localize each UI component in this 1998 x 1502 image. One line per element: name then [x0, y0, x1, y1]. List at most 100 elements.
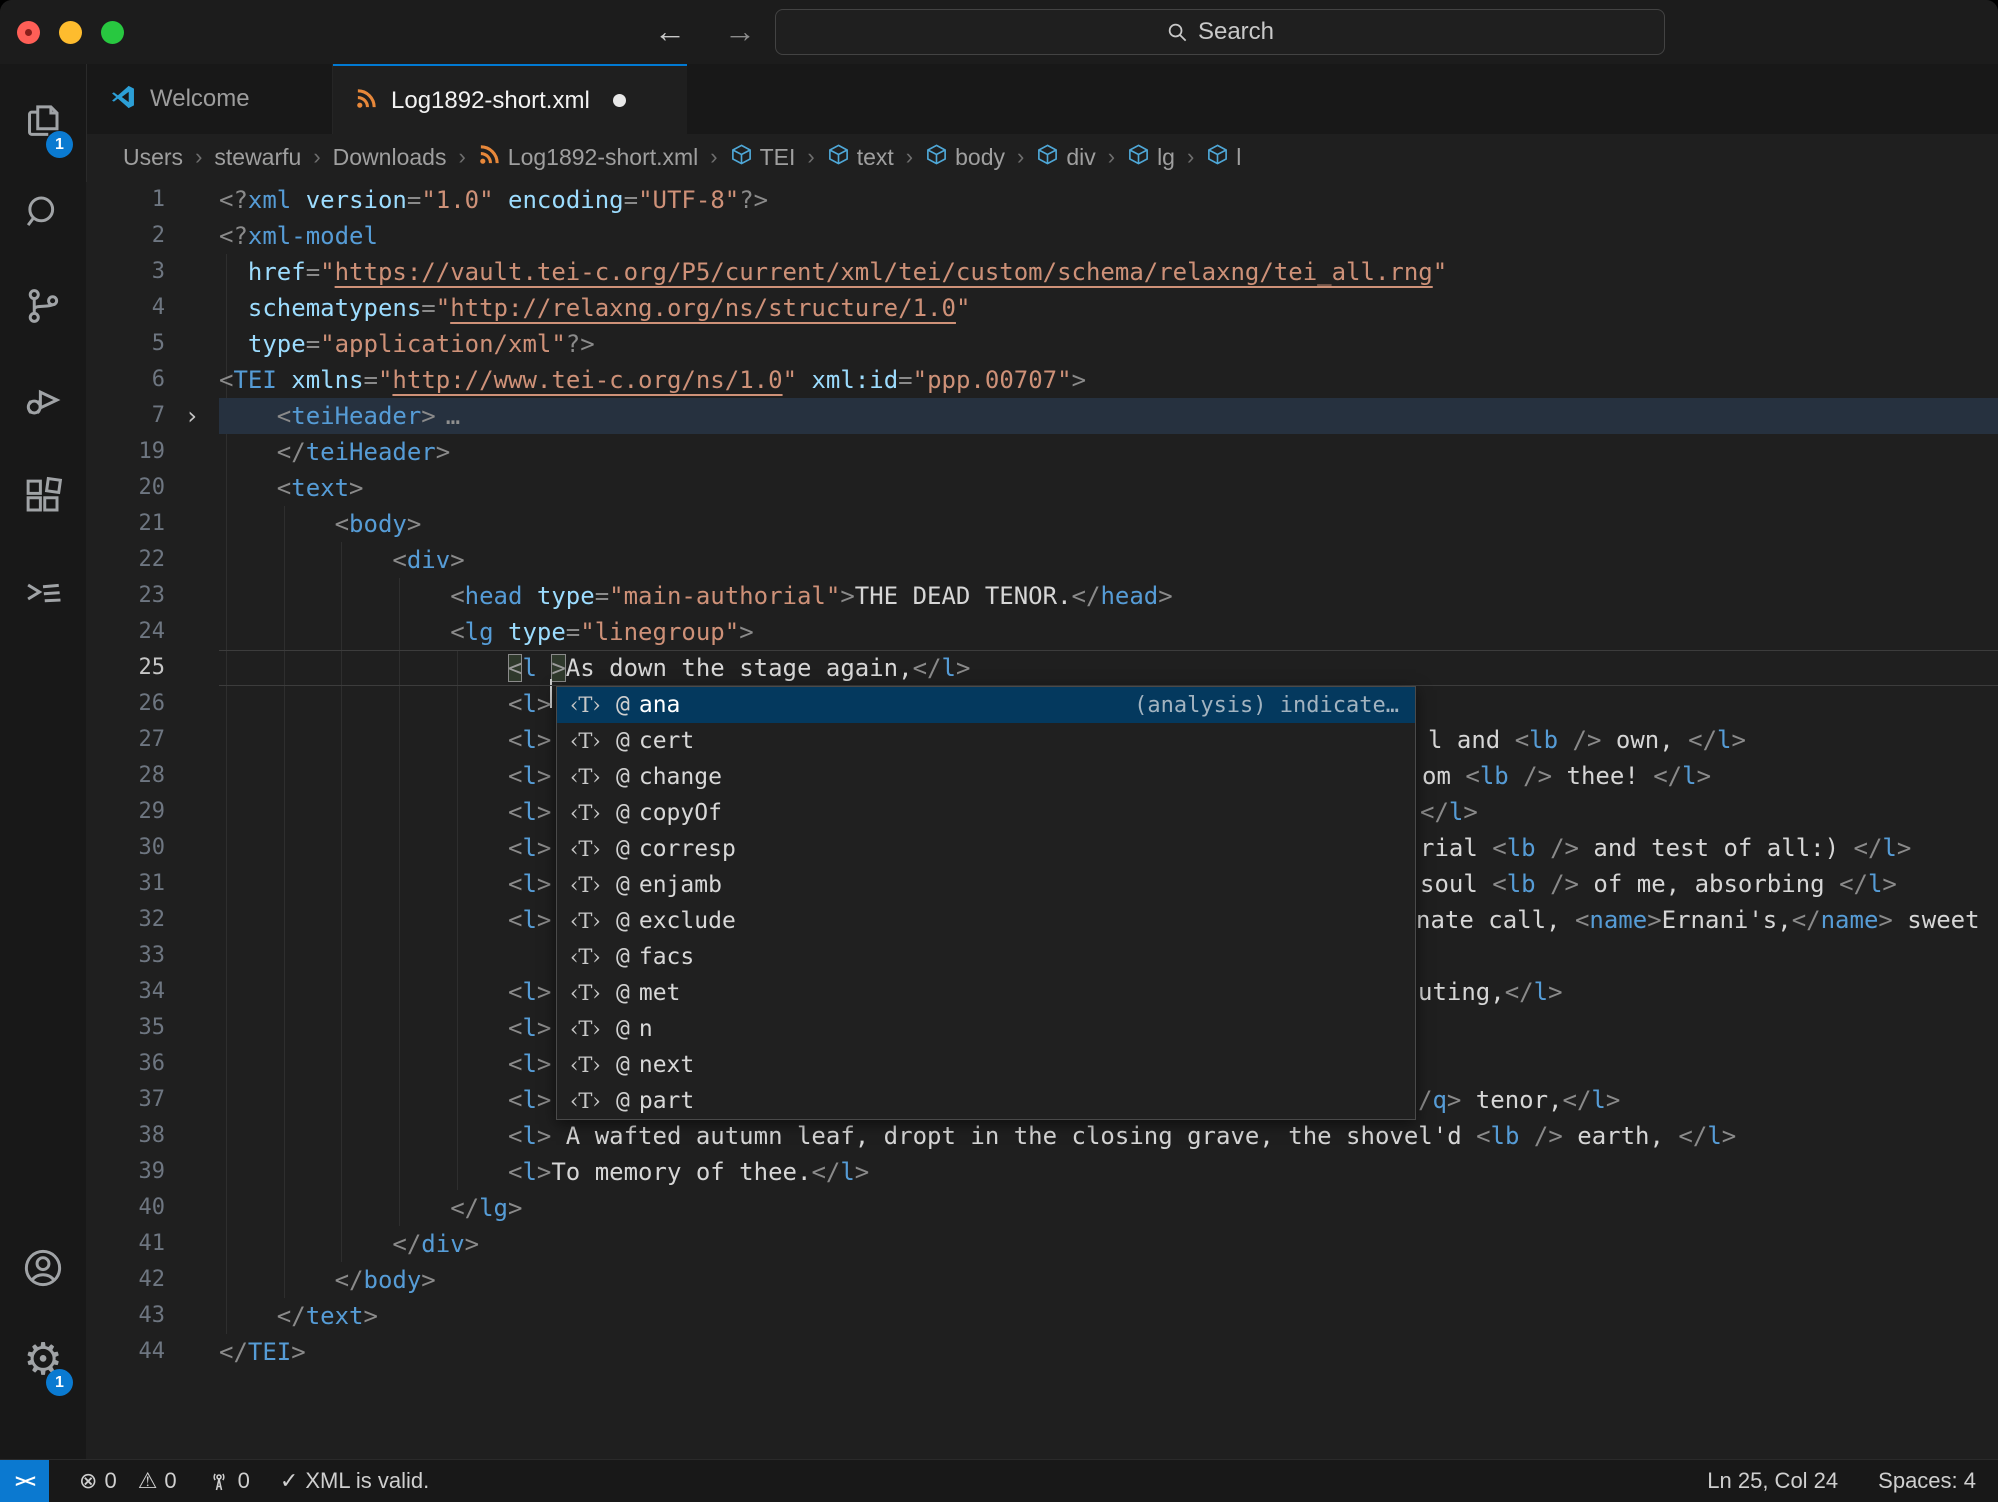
close-window-button[interactable] — [17, 21, 40, 44]
activity-item-source-control[interactable] — [0, 270, 86, 346]
code-line-39[interactable]: 39 <l>To memory of thee.</l> — [86, 1154, 1998, 1190]
cursor-position[interactable]: Ln 25, Col 24 — [1707, 1468, 1838, 1494]
command-center-search[interactable]: Search — [775, 9, 1665, 55]
breadcrumb-item-users[interactable]: Users — [123, 144, 183, 171]
suggest-item-met[interactable]: ‹T›@met — [557, 975, 1415, 1011]
validation-text: XML is valid. — [305, 1468, 429, 1494]
suggest-label: ana — [639, 692, 681, 718]
at-sign: @ — [616, 980, 630, 1006]
fold-chevron-icon[interactable]: › — [165, 398, 219, 434]
forward-arrow-button[interactable]: → — [718, 8, 762, 54]
back-arrow-button[interactable]: ← — [648, 8, 692, 54]
tab-strip: Welcome Log1892-short.xml — [87, 64, 1998, 135]
code-line-4[interactable]: 4 schematypens="http://relaxng.org/ns/st… — [86, 290, 1998, 326]
activity-item-xml-format[interactable] — [0, 556, 86, 632]
account-icon — [22, 1247, 64, 1294]
line-number: 4 — [86, 290, 165, 326]
xml-validation-status[interactable]: ✓ XML is valid. — [280, 1468, 429, 1494]
suggest-item-n[interactable]: ‹T›@ n — [557, 1011, 1415, 1047]
code-line-5[interactable]: 5 type="application/xml"?> — [86, 326, 1998, 362]
activity-item-run-debug[interactable] — [0, 364, 86, 440]
code-line-19[interactable]: 19 </teiHeader> — [86, 434, 1998, 470]
line-number: 28 — [86, 758, 165, 794]
code-line-43[interactable]: 43 </text> — [86, 1298, 1998, 1334]
code-line-tail: uting,</l> — [1418, 974, 1563, 1010]
ports-indicator[interactable]: 0 — [207, 1468, 250, 1494]
breadcrumb-label: Users — [123, 144, 183, 171]
code-line-20[interactable]: 20 <text> — [86, 470, 1998, 506]
code-line-7[interactable]: 7› <teiHeader>… — [86, 398, 1998, 434]
modified-dot-icon[interactable] — [613, 94, 626, 107]
line-number: 27 — [86, 722, 165, 758]
breadcrumb-item-l[interactable]: l — [1206, 143, 1241, 172]
breadcrumb-item-body[interactable]: body — [925, 143, 1005, 172]
attribute-kind-icon: ‹T› — [570, 1017, 616, 1041]
error-icon: ⊗ — [79, 1469, 97, 1494]
breadcrumb-item-tei[interactable]: TEI — [730, 143, 796, 172]
explorer-badge: 1 — [46, 131, 73, 158]
at-sign: @ — [616, 692, 630, 718]
breadcrumb-item-text[interactable]: text — [827, 143, 894, 172]
indentation-setting[interactable]: Spaces: 4 — [1878, 1468, 1976, 1494]
line-number: 42 — [86, 1262, 165, 1298]
zoom-window-button[interactable] — [101, 21, 124, 44]
activity-item-explorer[interactable]: 1 — [0, 84, 86, 160]
editor-area[interactable]: 1<?xml version="1.0" encoding="UTF-8"?>2… — [86, 182, 1998, 1460]
code-line-25[interactable]: 25 <l >As down the stage again,</l> — [86, 650, 1998, 686]
suggest-item-next[interactable]: ‹T›@next — [557, 1047, 1415, 1083]
suggest-item-change[interactable]: ‹T›@change — [557, 759, 1415, 795]
at-sign: @ — [616, 1016, 630, 1042]
suggest-item-enjamb[interactable]: ‹T›@enjamb — [557, 867, 1415, 903]
autocomplete-dropdown[interactable]: ‹T›@ana(analysis) indicate…‹T›@cert‹T›@c… — [556, 686, 1416, 1120]
code-line-21[interactable]: 21 <body> — [86, 506, 1998, 542]
suggest-item-corresp[interactable]: ‹T›@corresp — [557, 831, 1415, 867]
suggest-label: n — [639, 1016, 653, 1042]
breadcrumb-label: text — [857, 144, 894, 171]
code-line-41[interactable]: 41 </div> — [86, 1226, 1998, 1262]
breadcrumb-item-stewarfu[interactable]: stewarfu — [214, 144, 301, 171]
code-line-22[interactable]: 22 <div> — [86, 542, 1998, 578]
suggest-item-part[interactable]: ‹T›@part — [557, 1083, 1415, 1119]
breadcrumb-item-log1892-short-xml[interactable]: Log1892-short.xml — [478, 143, 699, 172]
line-number: 39 — [86, 1154, 165, 1190]
tab-welcome[interactable]: Welcome — [87, 64, 333, 134]
code-line-40[interactable]: 40 </lg> — [86, 1190, 1998, 1226]
code-line-23[interactable]: 23 <head type="main-authorial">THE DEAD … — [86, 578, 1998, 614]
line-number: 37 — [86, 1082, 165, 1118]
code-line-6[interactable]: 6<TEI xmlns="http://www.tei-c.org/ns/1.0… — [86, 362, 1998, 398]
breadcrumb-separator: › — [710, 144, 717, 170]
suggest-item-ana[interactable]: ‹T›@ana(analysis) indicate… — [557, 687, 1415, 723]
code-line-42[interactable]: 42 </body> — [86, 1262, 1998, 1298]
tab-label: Welcome — [150, 85, 250, 113]
line-number: 23 — [86, 578, 165, 614]
error-count: 0 — [104, 1468, 116, 1494]
breadcrumb-item-downloads[interactable]: Downloads — [333, 144, 447, 171]
suggest-item-exclude[interactable]: ‹T›@exclude — [557, 903, 1415, 939]
problems-indicator[interactable]: ⊗ 0 ⚠ 0 — [79, 1468, 177, 1494]
code-line-2[interactable]: 2<?xml-model — [86, 218, 1998, 254]
attribute-kind-icon: ‹T› — [570, 729, 616, 753]
tab-log1892-short-xml[interactable]: Log1892-short.xml — [333, 64, 687, 135]
suggest-item-cert[interactable]: ‹T›@cert — [557, 723, 1415, 759]
code-line-44[interactable]: 44</TEI> — [86, 1334, 1998, 1370]
activity-item-settings[interactable]: ⚙1 — [0, 1322, 86, 1398]
line-number: 2 — [86, 218, 165, 254]
minimize-window-button[interactable] — [59, 21, 82, 44]
attribute-kind-icon: ‹T› — [570, 873, 616, 897]
suggest-item-facs[interactable]: ‹T›@facs — [557, 939, 1415, 975]
rss-icon — [355, 87, 378, 115]
code-line-38[interactable]: 38 <l> A wafted autumn leaf, dropt in th… — [86, 1118, 1998, 1154]
breadcrumb-item-div[interactable]: div — [1036, 143, 1095, 172]
suggest-item-copyOf[interactable]: ‹T›@copyOf — [557, 795, 1415, 831]
code-line-tail: l and <lb /> own, </l> — [1428, 722, 1746, 758]
breadcrumb-item-lg[interactable]: lg — [1127, 143, 1175, 172]
code-line-3[interactable]: 3 href="https://vault.tei-c.org/P5/curre… — [86, 254, 1998, 290]
attribute-kind-icon: ‹T› — [570, 1053, 616, 1077]
code-line-1[interactable]: 1<?xml version="1.0" encoding="UTF-8"?> — [86, 182, 1998, 218]
activity-item-search[interactable] — [0, 176, 86, 252]
breadcrumb-separator: › — [313, 144, 320, 170]
activity-item-account[interactable] — [0, 1232, 86, 1308]
code-line-24[interactable]: 24 <lg type="linegroup"> — [86, 614, 1998, 650]
remote-indicator-button[interactable]: >< — [0, 1460, 49, 1502]
activity-item-extensions[interactable] — [0, 460, 86, 536]
